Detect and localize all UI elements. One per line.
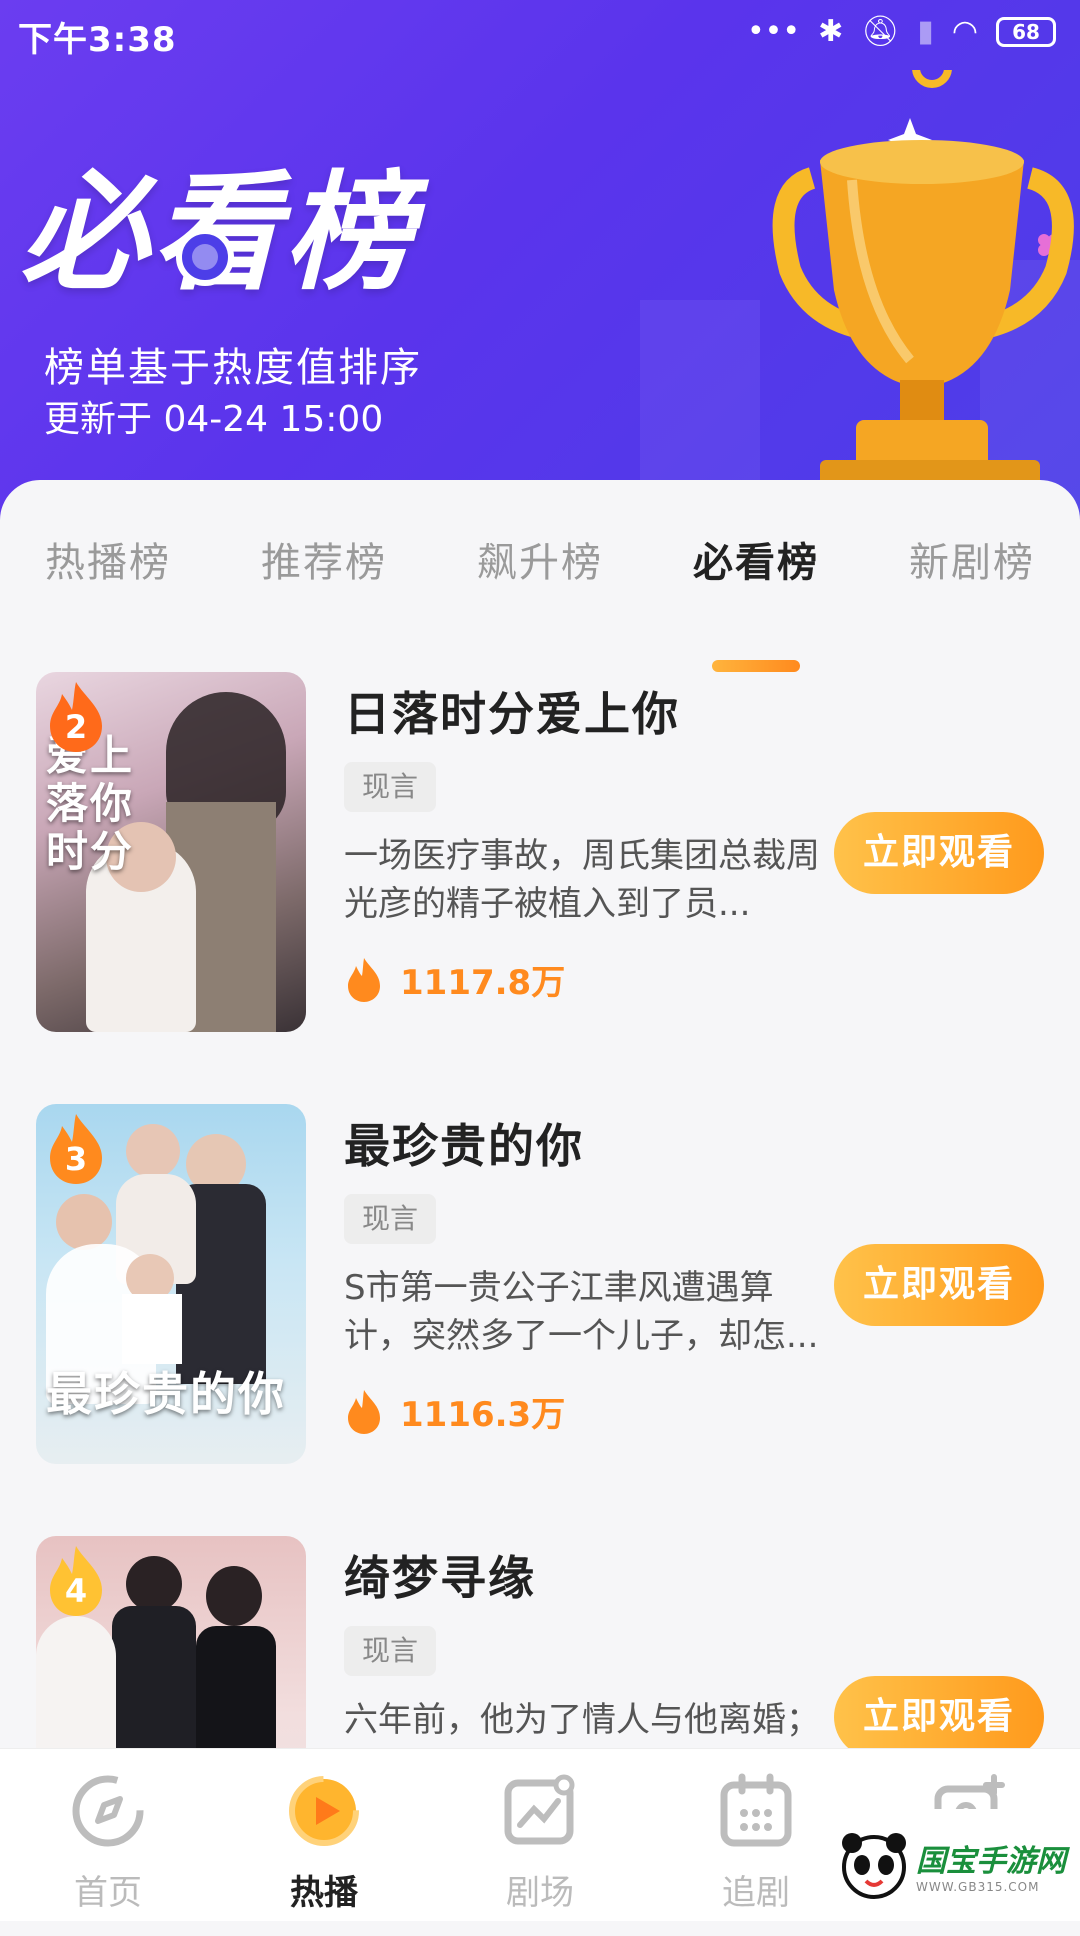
watch-now-button[interactable]: 立即观看	[834, 1676, 1044, 1758]
tab-hot[interactable]: 热播榜	[18, 530, 198, 588]
trophy-icon	[772, 70, 1074, 490]
bottom-nav: 首页 热播 剧场 追剧 国宝手游网 WWW.GB315.COM	[0, 1748, 1080, 1921]
header-banner: 下午3:38 ••• ✱ 🔕︎ ▮ ◠ 68 必看榜 榜单基于热度值排序 更新于…	[0, 0, 1080, 520]
watermark-text: 国宝手游网	[916, 1844, 1066, 1879]
ranking-tabs: 热播榜 推荐榜 飙升榜 必看榜 新剧榜	[0, 530, 1080, 672]
calendar-icon	[720, 1773, 792, 1847]
genre-tag: 现言	[344, 1626, 437, 1676]
ranking-subtitle: 榜单基于热度值排序	[44, 345, 422, 391]
bluetooth-icon: ✱	[818, 14, 844, 49]
theater-icon	[504, 1774, 575, 1845]
watch-now-button[interactable]: 立即观看	[834, 812, 1044, 894]
mute-icon: 🔕︎	[861, 14, 900, 49]
heat-score: 1116.3万	[344, 1386, 565, 1436]
panda-logo-icon	[842, 1833, 906, 1899]
watch-now-button[interactable]: 立即观看	[834, 1244, 1044, 1326]
compass-icon	[72, 1775, 144, 1847]
watermark-url: WWW.GB315.COM	[916, 1880, 1040, 1894]
drama-description: 一场医疗事故，周氏集团总裁周光彦的精子被植入到了员...	[344, 836, 820, 924]
list-item[interactable]: 爱上落你时分 2 日落时分爱上你 现言 一场医疗事故，周氏集团总裁周光彦的精子被…	[0, 672, 1080, 1072]
nav-following[interactable]: 追剧	[686, 1771, 826, 1914]
nav-theater[interactable]: 剧场	[470, 1771, 610, 1914]
genre-tag: 现言	[344, 762, 437, 812]
drama-title[interactable]: 最珍贵的你	[344, 1110, 584, 1176]
tab-new[interactable]: 新剧榜	[882, 530, 1062, 588]
nav-home[interactable]: 首页	[38, 1771, 178, 1914]
poster-title: 最珍贵的你	[46, 1367, 286, 1421]
heat-value: 1116.3万	[400, 1394, 566, 1435]
tab-rising[interactable]: 飙升榜	[450, 530, 630, 588]
battery-icon: 68	[996, 16, 1056, 47]
nav-hot[interactable]: 热播	[254, 1771, 394, 1914]
site-watermark: 国宝手游网 WWW.GB315.COM	[832, 1809, 1080, 1921]
status-bar: 下午3:38 ••• ✱ 🔕︎ ▮ ◠ 68	[0, 0, 1080, 68]
status-icons: ••• ✱ 🔕︎ ▮ ◠ 68	[747, 14, 1056, 49]
more-dots-icon: •••	[746, 14, 801, 49]
update-time: 更新于 04-24 15:00	[44, 399, 384, 440]
drama-description: S市第一贵公子江聿风遭遇算计，突然多了一个儿子，却怎...	[344, 1268, 819, 1356]
film-reel-icon	[176, 228, 234, 286]
flame-icon	[348, 1390, 380, 1434]
list-item[interactable]: 最珍贵的你 3 最珍贵的你 现言 S市第一贵公子江聿风遭遇算计，突然多了一个儿子…	[0, 1104, 1080, 1504]
tab-active-indicator	[712, 660, 800, 672]
flame-icon	[348, 958, 380, 1002]
tab-recommend[interactable]: 推荐榜	[234, 530, 414, 588]
rank-badge: 2	[44, 680, 108, 754]
wifi-icon: ◠	[951, 14, 978, 49]
rank-badge: 3	[44, 1112, 108, 1186]
signal-icon: ▮	[917, 14, 934, 49]
drama-title[interactable]: 日落时分爱上你	[344, 678, 680, 744]
rank-badge: 4	[44, 1544, 108, 1618]
drama-title[interactable]: 绮梦寻缘	[344, 1542, 536, 1608]
heat-score: 1117.8万	[344, 954, 565, 1004]
drama-poster[interactable]: 最珍贵的你 3	[36, 1104, 306, 1464]
ranking-panel: 热播榜 推荐榜 飙升榜 必看榜 新剧榜 爱上落你时分 2 日落时分爱上你 现言 …	[0, 480, 1080, 1920]
heat-value: 1117.8万	[400, 962, 566, 1003]
drama-poster[interactable]: 爱上落你时分 2	[36, 672, 306, 1032]
status-time: 下午3:38	[18, 20, 177, 60]
play-icon	[289, 1776, 359, 1846]
genre-tag: 现言	[344, 1194, 437, 1244]
tab-must-watch[interactable]: 必看榜	[666, 530, 846, 588]
